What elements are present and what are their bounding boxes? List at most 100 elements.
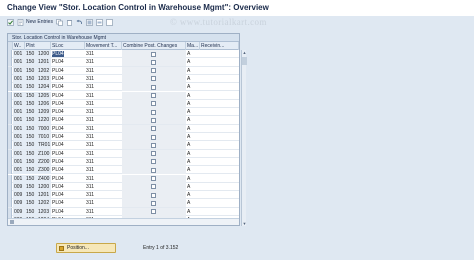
combine-post-checkbox[interactable]	[151, 159, 156, 165]
cell-ma[interactable]: A	[186, 116, 200, 124]
combine-post-checkbox[interactable]	[151, 109, 156, 115]
table-row[interactable]: 001 150 7000 PL04 311 A	[8, 124, 239, 133]
cell-receiving[interactable]	[200, 141, 239, 149]
combine-post-checkbox[interactable]	[151, 200, 156, 206]
cell-ma[interactable]: A	[186, 67, 200, 75]
cell-movement-type[interactable]: 311	[85, 133, 122, 141]
cell-sloc[interactable]: PL04	[51, 108, 85, 116]
row-selector[interactable]	[8, 74, 12, 83]
cell-receiving[interactable]	[200, 100, 239, 108]
cell-ma[interactable]: A	[186, 92, 200, 100]
cell-sloc[interactable]: PL04	[51, 158, 85, 166]
cell-movement-type[interactable]: 311	[85, 208, 122, 216]
col-header-plant[interactable]: Plnt	[25, 42, 51, 50]
settings-icon[interactable]	[10, 220, 14, 224]
col-header-sloc[interactable]: SLoc	[51, 42, 85, 50]
cell-ma[interactable]: A	[186, 166, 200, 174]
cell-movement-type[interactable]: 311	[85, 191, 122, 199]
horizontal-scrollbar[interactable]	[8, 218, 239, 225]
row-selector[interactable]	[8, 50, 12, 58]
row-selector[interactable]	[8, 116, 12, 125]
new-entries-button[interactable]: New Entries	[17, 17, 53, 27]
combine-post-checkbox[interactable]	[151, 101, 156, 107]
table-row[interactable]: 001 150 7010 PL04 311 A	[8, 133, 239, 142]
row-selector[interactable]	[8, 149, 12, 158]
row-selector[interactable]	[8, 83, 12, 92]
combine-post-checkbox[interactable]	[151, 68, 156, 74]
copy-button[interactable]	[56, 17, 63, 27]
cell-ma[interactable]: A	[186, 125, 200, 133]
table-row[interactable]: 009 150 1201 PL04 311 A	[8, 191, 239, 200]
cell-movement-type[interactable]: 311	[85, 50, 122, 58]
combine-post-checkbox[interactable]	[151, 59, 156, 65]
table-row[interactable]: 001 150 TR01 PL04 311 A	[8, 141, 239, 150]
cell-movement-type[interactable]: 311	[85, 83, 122, 91]
table-row[interactable]: 009 150 1200 PL04 311 A	[8, 182, 239, 192]
cell-sloc[interactable]: PL04	[51, 175, 85, 183]
cell-movement-type[interactable]: 311	[85, 125, 122, 133]
cell-receiving[interactable]	[200, 183, 239, 191]
row-selector[interactable]	[8, 91, 12, 100]
cell-ma[interactable]: A	[186, 158, 200, 166]
combine-post-checkbox[interactable]	[151, 51, 156, 57]
cell-receiving[interactable]	[200, 58, 239, 66]
cell-receiving[interactable]	[200, 175, 239, 183]
table-row[interactable]: 001 150 Z300 PL04 311 A	[8, 166, 239, 175]
cell-movement-type[interactable]: 311	[85, 67, 122, 75]
cell-receiving[interactable]	[200, 116, 239, 124]
row-selector[interactable]	[8, 166, 12, 175]
row-selector[interactable]	[8, 108, 12, 117]
cell-sloc[interactable]: PL04	[51, 100, 85, 108]
col-header-receiving[interactable]: Receivin...	[200, 42, 239, 50]
cell-receiving[interactable]	[200, 50, 239, 58]
cell-receiving[interactable]	[200, 108, 239, 116]
cell-movement-type[interactable]: 311	[85, 92, 122, 100]
table-row[interactable]: 001 150 1202 PL04 311 A	[8, 66, 239, 75]
cell-movement-type[interactable]: 311	[85, 58, 122, 66]
cell-receiving[interactable]	[200, 158, 239, 166]
table-row[interactable]: 001 150 Z200 PL04 311 A	[8, 157, 239, 167]
table-row[interactable]: 001 150 Z100 PL04 311 A	[8, 149, 239, 158]
cell-sloc[interactable]: PL04	[51, 75, 85, 83]
table-row[interactable]: 001 150 Z400 PL04 311 A	[8, 174, 239, 183]
row-selector[interactable]	[8, 207, 12, 216]
table-row[interactable]: 001 150 1220 PL04 311 A	[8, 116, 239, 125]
cell-ma[interactable]: A	[186, 50, 200, 58]
vertical-scrollbar[interactable]: ▲ ▼	[241, 50, 247, 226]
cell-receiving[interactable]	[200, 75, 239, 83]
cell-movement-type[interactable]: 311	[85, 116, 122, 124]
col-header-combine-post[interactable]: Combine Post. Changes	[122, 42, 186, 50]
cell-movement-type[interactable]: 311	[85, 75, 122, 83]
table-row[interactable]: 001 150 1204 PL04 311 A	[8, 83, 239, 92]
cell-receiving[interactable]	[200, 83, 239, 91]
row-selector[interactable]	[8, 66, 12, 75]
table-row[interactable]: 001 150 1209 PL04 311 A	[8, 108, 239, 117]
row-selector[interactable]	[8, 133, 12, 141]
combine-post-checkbox[interactable]	[151, 184, 156, 190]
cell-sloc[interactable]: PL04	[51, 58, 85, 66]
cell-receiving[interactable]	[200, 67, 239, 75]
row-selector[interactable]	[8, 199, 12, 208]
cell-sloc[interactable]: PL04	[51, 67, 85, 75]
cell-sloc[interactable]: PL04	[51, 83, 85, 91]
cell-receiving[interactable]	[200, 166, 239, 174]
cell-sloc[interactable]: PL04	[51, 50, 85, 58]
cell-movement-type[interactable]: 311	[85, 141, 122, 149]
select-block-button[interactable]	[96, 17, 103, 27]
delete-button[interactable]	[66, 17, 73, 27]
row-selector[interactable]	[8, 182, 12, 191]
cell-receiving[interactable]	[200, 199, 239, 207]
cell-movement-type[interactable]: 311	[85, 158, 122, 166]
cell-movement-type[interactable]: 311	[85, 150, 122, 158]
cell-ma[interactable]: A	[186, 108, 200, 116]
cell-movement-type[interactable]: 311	[85, 199, 122, 207]
position-button[interactable]: Position...	[56, 243, 116, 253]
cell-sloc[interactable]: PL04	[51, 125, 85, 133]
cell-movement-type[interactable]: 311	[85, 166, 122, 174]
cell-sloc[interactable]: PL04	[51, 150, 85, 158]
scroll-up-icon[interactable]: ▲	[242, 50, 247, 55]
cell-ma[interactable]: A	[186, 133, 200, 141]
row-selector[interactable]	[8, 174, 12, 183]
cell-ma[interactable]: A	[186, 175, 200, 183]
table-row[interactable]: 009 150 1203 PL04 311 A	[8, 207, 239, 216]
